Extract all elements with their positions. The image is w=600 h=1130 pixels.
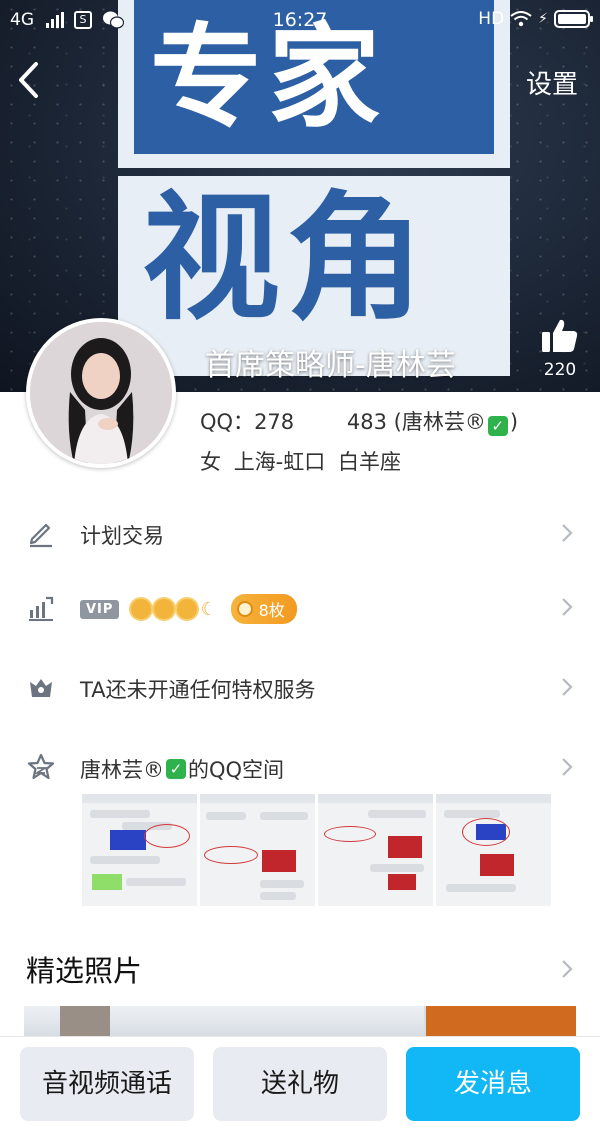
- qzone-suffix: 的QQ空间: [188, 758, 285, 782]
- crown-icon: [30, 679, 52, 697]
- qq-owner-close: ): [509, 410, 519, 434]
- send-gift-button[interactable]: 送礼物: [213, 1047, 387, 1121]
- like-button[interactable]: 220: [536, 318, 584, 380]
- qzone-thumbnail[interactable]: [200, 794, 315, 906]
- sun-icon: [131, 599, 152, 619]
- coin-icon: [236, 601, 253, 617]
- hd-label: HD: [478, 9, 505, 29]
- send-message-button[interactable]: 发消息: [406, 1047, 580, 1121]
- back-button[interactable]: [16, 60, 56, 104]
- like-count: 220: [543, 360, 577, 380]
- vip-level: VIP ☾ 8枚: [80, 594, 297, 624]
- profile-nickname: 首席策略师-唐林芸: [205, 348, 456, 383]
- row-vip[interactable]: VIP ☾ 8枚: [0, 572, 600, 642]
- avatar-photo: [30, 322, 172, 464]
- settings-button[interactable]: 设置: [526, 64, 578, 101]
- pencil-icon: [29, 523, 52, 548]
- wifi-icon: [510, 11, 532, 27]
- star-icon: [27, 753, 55, 780]
- profile-details: 女 上海-虹口 白羊座: [200, 446, 401, 476]
- thumbs-up-icon: [542, 319, 578, 352]
- chevron-right-icon: [562, 598, 573, 616]
- row-plan-trading[interactable]: 计划交易: [0, 498, 600, 568]
- chevron-right-icon: [562, 758, 573, 776]
- sun-icon: [177, 599, 198, 619]
- bottom-action-bar: 音视频通话 送礼物 发消息: [0, 1036, 600, 1130]
- video-call-button[interactable]: 音视频通话: [20, 1047, 194, 1121]
- sun-icon: [154, 599, 175, 619]
- chevron-right-icon[interactable]: [560, 958, 574, 980]
- check-icon: ✓: [166, 759, 186, 779]
- gender: 女: [200, 450, 221, 474]
- qq-number-head: 278: [254, 410, 295, 434]
- qzone-thumbnails: [82, 794, 551, 906]
- qq-info: QQ：278 483 (唐林芸® ✓): [200, 406, 518, 436]
- chart-up-icon: [29, 596, 54, 621]
- chevron-right-icon: [562, 524, 573, 542]
- chevron-right-icon: [562, 678, 573, 696]
- row-plan-label: 计划交易: [80, 524, 164, 548]
- row-qzone[interactable]: 唐林芸® ✓ 的QQ空间: [0, 732, 600, 802]
- constellation: 白羊座: [337, 450, 401, 474]
- vip-badge: VIP: [80, 599, 120, 619]
- coin-badge: 8枚: [230, 594, 297, 624]
- avatar[interactable]: [26, 318, 176, 468]
- featured-photos-title: 精选照片: [26, 954, 143, 988]
- qzone-thumbnail[interactable]: [436, 794, 551, 906]
- chevron-left-icon: [19, 62, 38, 98]
- moon-icon: ☾: [200, 598, 217, 620]
- qzone-owner: 唐林芸®: [80, 758, 164, 782]
- qq-number-tail: 483: [346, 410, 387, 434]
- qzone-thumbnail[interactable]: [82, 794, 197, 906]
- check-icon: ✓: [487, 416, 508, 436]
- status-bar: 4G S 16:27 HD ⚡: [0, 0, 600, 40]
- row-privilege[interactable]: TA还未开通任何特权服务: [0, 652, 600, 722]
- location: 上海-虹口: [233, 450, 326, 474]
- coin-count: 8枚: [258, 601, 285, 620]
- battery-icon: [554, 10, 593, 28]
- banner-line2: 视角: [142, 178, 431, 339]
- charging-icon: ⚡: [538, 11, 548, 27]
- qq-owner: (唐林芸®: [393, 410, 486, 434]
- qq-label: QQ：: [200, 410, 255, 434]
- row-privilege-label: TA还未开通任何特权服务: [80, 678, 316, 702]
- row-qzone-label: 唐林芸® ✓ 的QQ空间: [80, 754, 284, 784]
- qzone-thumbnail[interactable]: [318, 794, 433, 906]
